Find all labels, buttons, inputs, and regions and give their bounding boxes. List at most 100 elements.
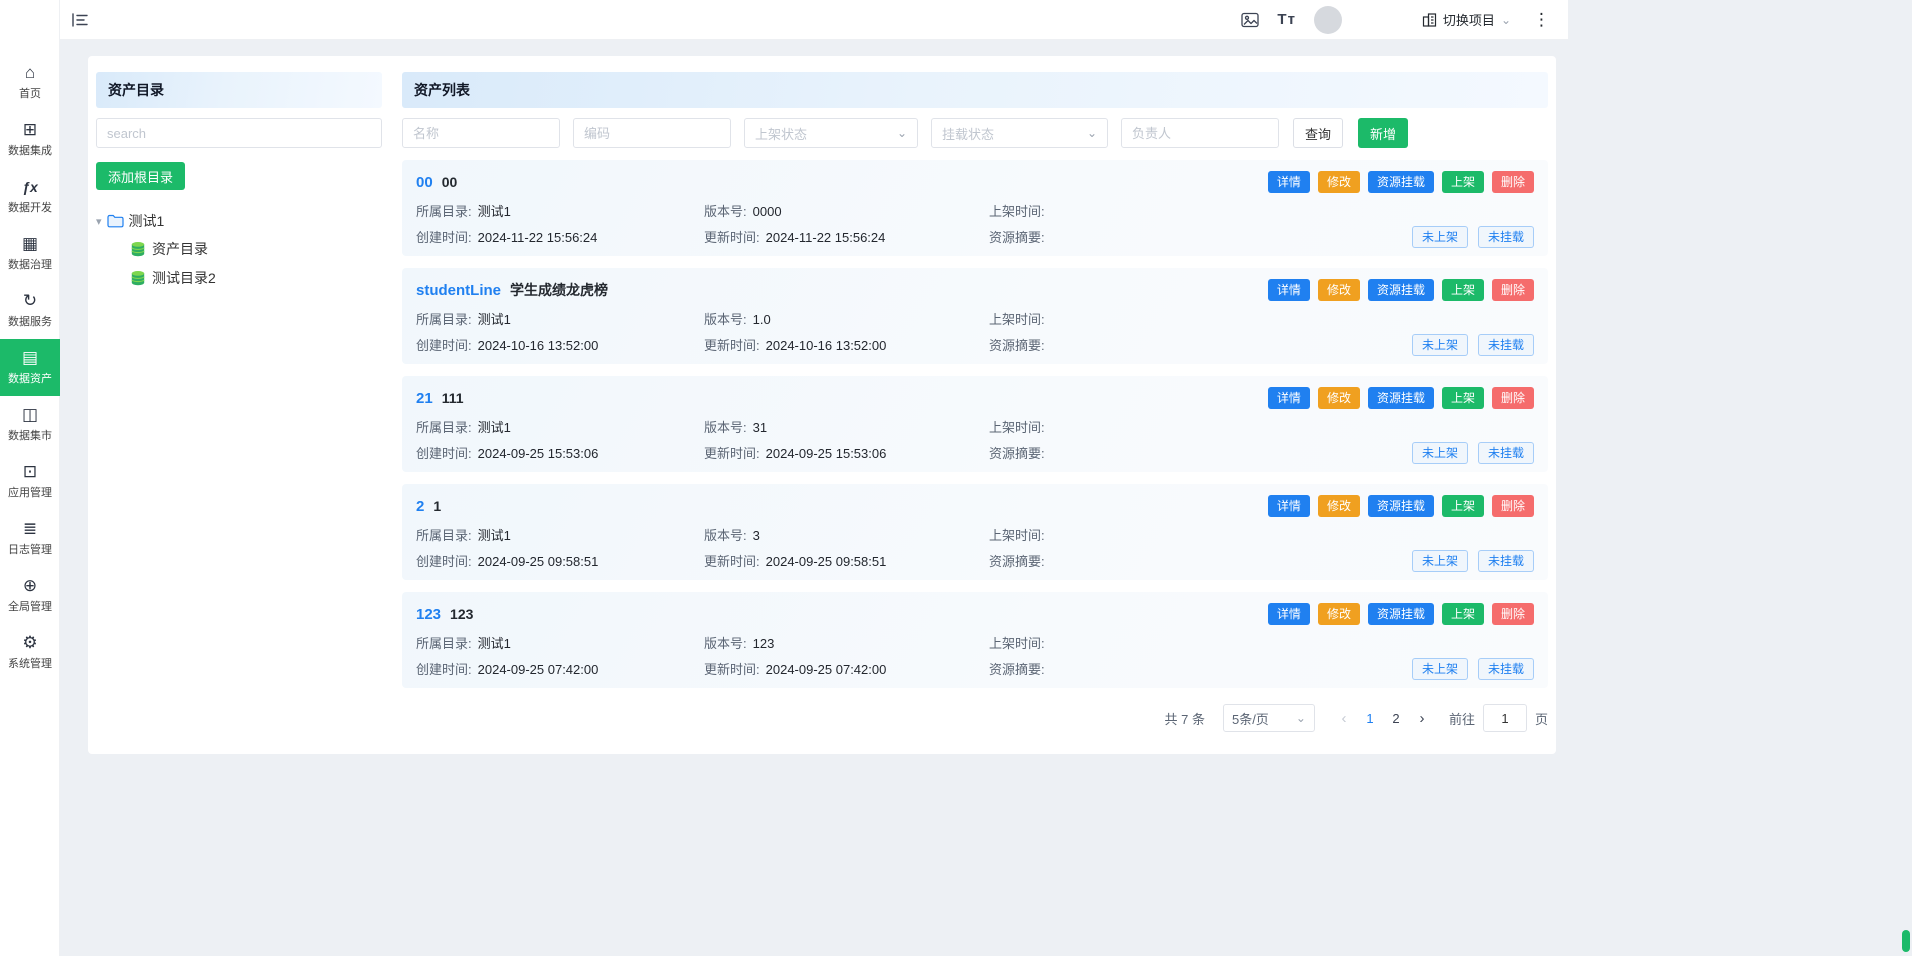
publish-button[interactable]: 上架 xyxy=(1442,279,1484,301)
tree-node-label: 测试1 xyxy=(129,211,165,231)
sidebar-item-label: 数据开发 xyxy=(8,199,52,215)
asset-field: 上架时间: xyxy=(989,528,1534,543)
field-label: 版本号: xyxy=(704,636,747,651)
detail-button[interactable]: 详情 xyxy=(1268,387,1310,409)
tree-node-child[interactable]: 测试目录2 xyxy=(130,263,382,292)
sidebar-item-label: 全局管理 xyxy=(8,598,52,614)
prev-page-button[interactable]: ‹ xyxy=(1331,704,1357,732)
detail-button[interactable]: 详情 xyxy=(1268,171,1310,193)
asset-item-header: 123123详情修改资源挂载上架删除 xyxy=(416,603,1534,625)
unmounted-tag[interactable]: 未挂载 xyxy=(1478,442,1534,464)
font-size-icon[interactable]: Tт xyxy=(1277,11,1296,28)
delete-button[interactable]: 删除 xyxy=(1492,171,1534,193)
publish-button[interactable]: 上架 xyxy=(1442,171,1484,193)
resource-mount-button[interactable]: 资源挂载 xyxy=(1368,279,1434,301)
avatar[interactable] xyxy=(1314,6,1342,34)
detail-button[interactable]: 详情 xyxy=(1268,603,1310,625)
resource-mount-button[interactable]: 资源挂载 xyxy=(1368,495,1434,517)
detail-button[interactable]: 详情 xyxy=(1268,495,1310,517)
edit-button[interactable]: 修改 xyxy=(1318,387,1360,409)
asset-title: 21111 xyxy=(416,390,464,407)
sidebar-item-data-asset[interactable]: ▤数据资产 xyxy=(0,339,60,396)
catalog-search-input[interactable] xyxy=(96,118,382,148)
goto-page-input[interactable] xyxy=(1483,704,1527,732)
field-value: 2024-10-16 13:52:00 xyxy=(478,338,599,353)
image-icon[interactable] xyxy=(1241,12,1259,28)
unpublished-tag[interactable]: 未上架 xyxy=(1412,658,1468,680)
sidebar-item-log-management[interactable]: ≣日志管理 xyxy=(0,510,60,567)
caret-down-icon[interactable]: ▾ xyxy=(96,215,102,228)
field-label: 更新时间: xyxy=(704,554,760,569)
field-label: 版本号: xyxy=(704,312,747,327)
sidebar-item-label: 系统管理 xyxy=(8,655,52,671)
field-label: 所属目录: xyxy=(416,312,472,327)
unpublished-tag[interactable]: 未上架 xyxy=(1412,550,1468,572)
sidebar-item-data-integration[interactable]: ⊞数据集成 xyxy=(0,111,60,168)
asset-field: 上架时间: xyxy=(989,420,1534,435)
query-button[interactable]: 查询 xyxy=(1293,118,1343,148)
project-switcher[interactable]: 切换项目 ⌄ xyxy=(1422,10,1511,29)
delete-button[interactable]: 删除 xyxy=(1492,387,1534,409)
detail-button[interactable]: 详情 xyxy=(1268,279,1310,301)
scrollbar-thumb[interactable] xyxy=(1902,930,1910,952)
unmounted-tag[interactable]: 未挂载 xyxy=(1478,226,1534,248)
tree-node-root[interactable]: ▾ 测试1 xyxy=(96,208,382,234)
asset-code-link[interactable]: 2 xyxy=(416,498,424,515)
tree-node-child[interactable]: 资产目录 xyxy=(130,234,382,263)
code-filter-input[interactable] xyxy=(573,118,731,148)
delete-button[interactable]: 删除 xyxy=(1492,495,1534,517)
edit-button[interactable]: 修改 xyxy=(1318,171,1360,193)
asset-actions: 详情修改资源挂载上架删除 xyxy=(1268,279,1534,301)
field-value: 测试1 xyxy=(478,420,511,435)
page-number-2[interactable]: 2 xyxy=(1383,704,1409,732)
publish-button[interactable]: 上架 xyxy=(1442,387,1484,409)
asset-field: 版本号:0000 xyxy=(704,204,989,219)
unmounted-tag[interactable]: 未挂载 xyxy=(1478,550,1534,572)
edit-button[interactable]: 修改 xyxy=(1318,279,1360,301)
delete-button[interactable]: 删除 xyxy=(1492,603,1534,625)
asset-code-link[interactable]: studentLine xyxy=(416,282,501,299)
asset-code-link[interactable]: 00 xyxy=(416,174,433,191)
sidebar-item-data-development[interactable]: ƒx数据开发 xyxy=(0,168,60,225)
field-value: 2024-09-25 15:53:06 xyxy=(478,446,599,461)
publish-button[interactable]: 上架 xyxy=(1442,603,1484,625)
collapse-sidebar-icon[interactable] xyxy=(72,13,88,27)
add-root-directory-button[interactable]: 添加根目录 xyxy=(96,162,185,190)
owner-filter-input[interactable] xyxy=(1121,118,1279,148)
unpublished-tag[interactable]: 未上架 xyxy=(1412,226,1468,248)
chevron-down-icon: ⌄ xyxy=(1296,712,1306,724)
sidebar-item-app-management[interactable]: ⊡应用管理 xyxy=(0,453,60,510)
field-label: 上架时间: xyxy=(989,636,1045,651)
sidebar-item-data-market[interactable]: ◫数据集市 xyxy=(0,396,60,453)
sidebar-item-system-management[interactable]: ⚙系统管理 xyxy=(0,624,60,681)
sidebar-item-data-service[interactable]: ↻数据服务 xyxy=(0,282,60,339)
unpublished-tag[interactable]: 未上架 xyxy=(1412,442,1468,464)
shelf-status-select[interactable]: 上架状态 ⌄ xyxy=(744,118,918,148)
delete-button[interactable]: 删除 xyxy=(1492,279,1534,301)
asset-fields: 所属目录:测试1版本号:3上架时间:创建时间:2024-09-25 09:58:… xyxy=(416,528,1534,569)
field-value: 2024-11-22 15:56:24 xyxy=(766,230,886,245)
resource-mount-button[interactable]: 资源挂载 xyxy=(1368,603,1434,625)
next-page-button[interactable]: › xyxy=(1409,704,1435,732)
mount-status-select[interactable]: 挂载状态 ⌄ xyxy=(931,118,1108,148)
sidebar-item-data-governance[interactable]: ▦数据治理 xyxy=(0,225,60,282)
unmounted-tag[interactable]: 未挂载 xyxy=(1478,334,1534,356)
unpublished-tag[interactable]: 未上架 xyxy=(1412,334,1468,356)
chevron-down-icon: ⌄ xyxy=(897,127,907,139)
field-label: 上架时间: xyxy=(989,528,1045,543)
edit-button[interactable]: 修改 xyxy=(1318,495,1360,517)
asset-code-link[interactable]: 123 xyxy=(416,606,441,623)
page-size-select[interactable]: 5条/页 ⌄ xyxy=(1223,704,1315,732)
resource-mount-button[interactable]: 资源挂载 xyxy=(1368,387,1434,409)
asset-code-link[interactable]: 21 xyxy=(416,390,433,407)
publish-button[interactable]: 上架 xyxy=(1442,495,1484,517)
page-number-1[interactable]: 1 xyxy=(1357,704,1383,732)
add-asset-button[interactable]: 新增 xyxy=(1358,118,1408,148)
unmounted-tag[interactable]: 未挂载 xyxy=(1478,658,1534,680)
name-filter-input[interactable] xyxy=(402,118,560,148)
edit-button[interactable]: 修改 xyxy=(1318,603,1360,625)
more-menu-icon[interactable]: ⋮ xyxy=(1533,10,1550,30)
resource-mount-button[interactable]: 资源挂载 xyxy=(1368,171,1434,193)
sidebar-item-global-management[interactable]: ⊕全局管理 xyxy=(0,567,60,624)
sidebar-item-home[interactable]: ⌂首页 xyxy=(0,54,60,111)
